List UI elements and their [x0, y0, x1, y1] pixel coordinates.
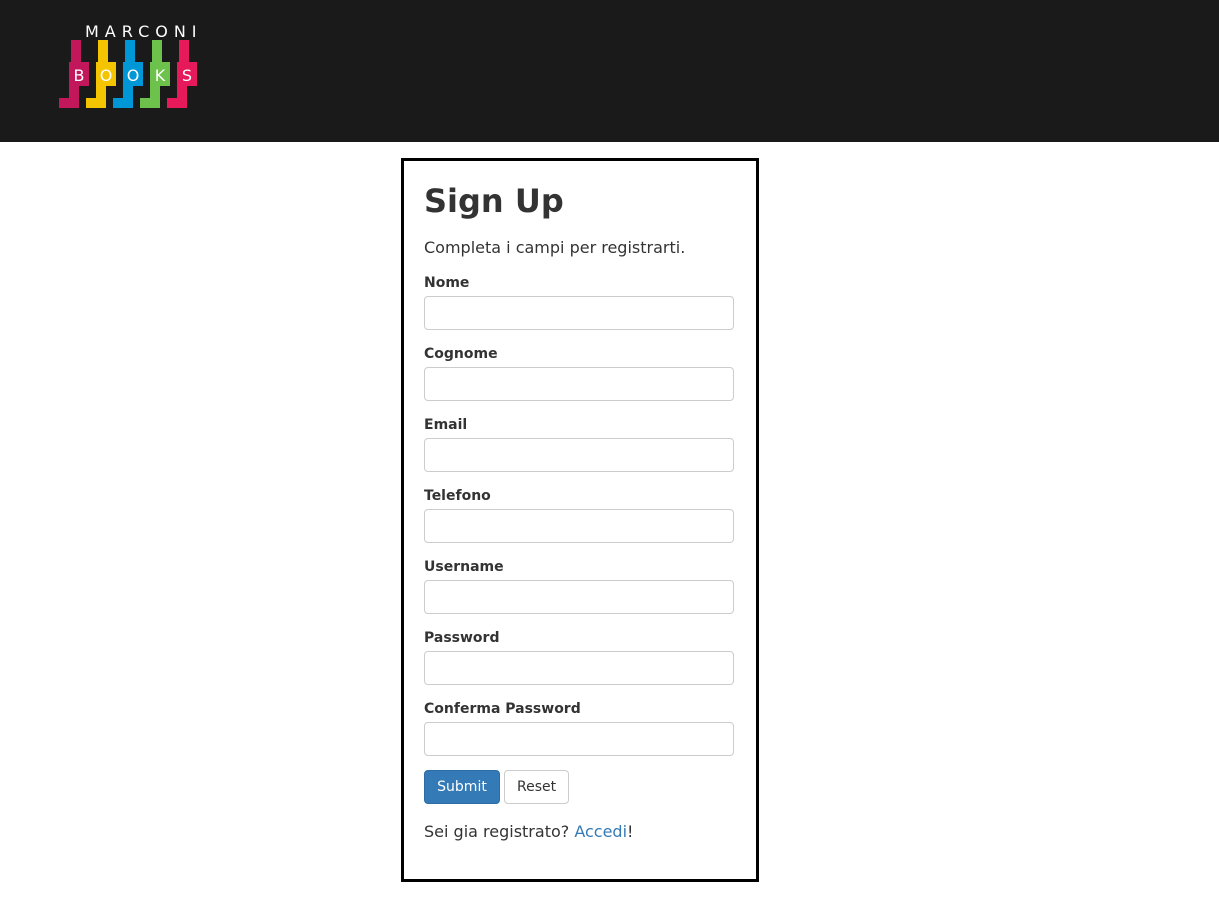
field-email: Email [424, 415, 734, 472]
field-label: Cognome [424, 346, 498, 362]
nome-input[interactable] [424, 296, 734, 330]
field-label: Password [424, 630, 500, 646]
field-cognome: Cognome [424, 344, 734, 401]
field-conferma-password: Conferma Password [424, 699, 734, 756]
login-prompt-text: Sei gia registrato? [424, 822, 575, 841]
login-prompt: Sei gia registrato? Accedi! [424, 821, 633, 843]
logo-letter-block: K [140, 40, 170, 108]
field-label: Username [424, 559, 504, 575]
logo-letter-block: B [59, 40, 89, 108]
login-link[interactable]: Accedi [574, 822, 627, 841]
telefono-input[interactable] [424, 509, 734, 543]
page-title: Sign Up [424, 182, 564, 220]
field-label: Nome [424, 275, 470, 291]
top-navbar: MARCONI BOOKS [0, 0, 1219, 142]
field-telefono: Telefono [424, 486, 734, 543]
marconi-books-logo[interactable]: MARCONI BOOKS [57, 20, 213, 110]
field-password: Password [424, 628, 734, 685]
logo-letter-block: O [86, 40, 116, 108]
logo-letter-block: O [113, 40, 143, 108]
field-label: Telefono [424, 488, 491, 504]
login-prompt-suffix: ! [627, 822, 634, 841]
logo-stairs: BOOKS [59, 40, 197, 108]
field-username: Username [424, 557, 734, 614]
reset-button[interactable]: Reset [504, 770, 569, 804]
form-subtitle: Completa i campi per registrarti. [424, 238, 686, 257]
logo-letter: K [155, 66, 166, 85]
confirm-password-input[interactable] [424, 722, 734, 756]
logo-letter: S [182, 66, 192, 85]
logo-top-text: MARCONI [85, 22, 203, 41]
password-input[interactable] [424, 651, 734, 685]
username-input[interactable] [424, 580, 734, 614]
field-label: Conferma Password [424, 701, 581, 717]
logo-letter-block: S [167, 40, 197, 108]
signup-card: Sign Up Completa i campi per registrarti… [401, 158, 759, 882]
field-label: Email [424, 417, 468, 433]
email-input[interactable] [424, 438, 734, 472]
logo-letter: O [127, 66, 140, 85]
submit-button[interactable]: Submit [424, 770, 500, 804]
logo-letter: O [100, 66, 113, 85]
cognome-input[interactable] [424, 367, 734, 401]
logo-letter: B [74, 66, 85, 85]
field-nome: Nome [424, 273, 734, 330]
